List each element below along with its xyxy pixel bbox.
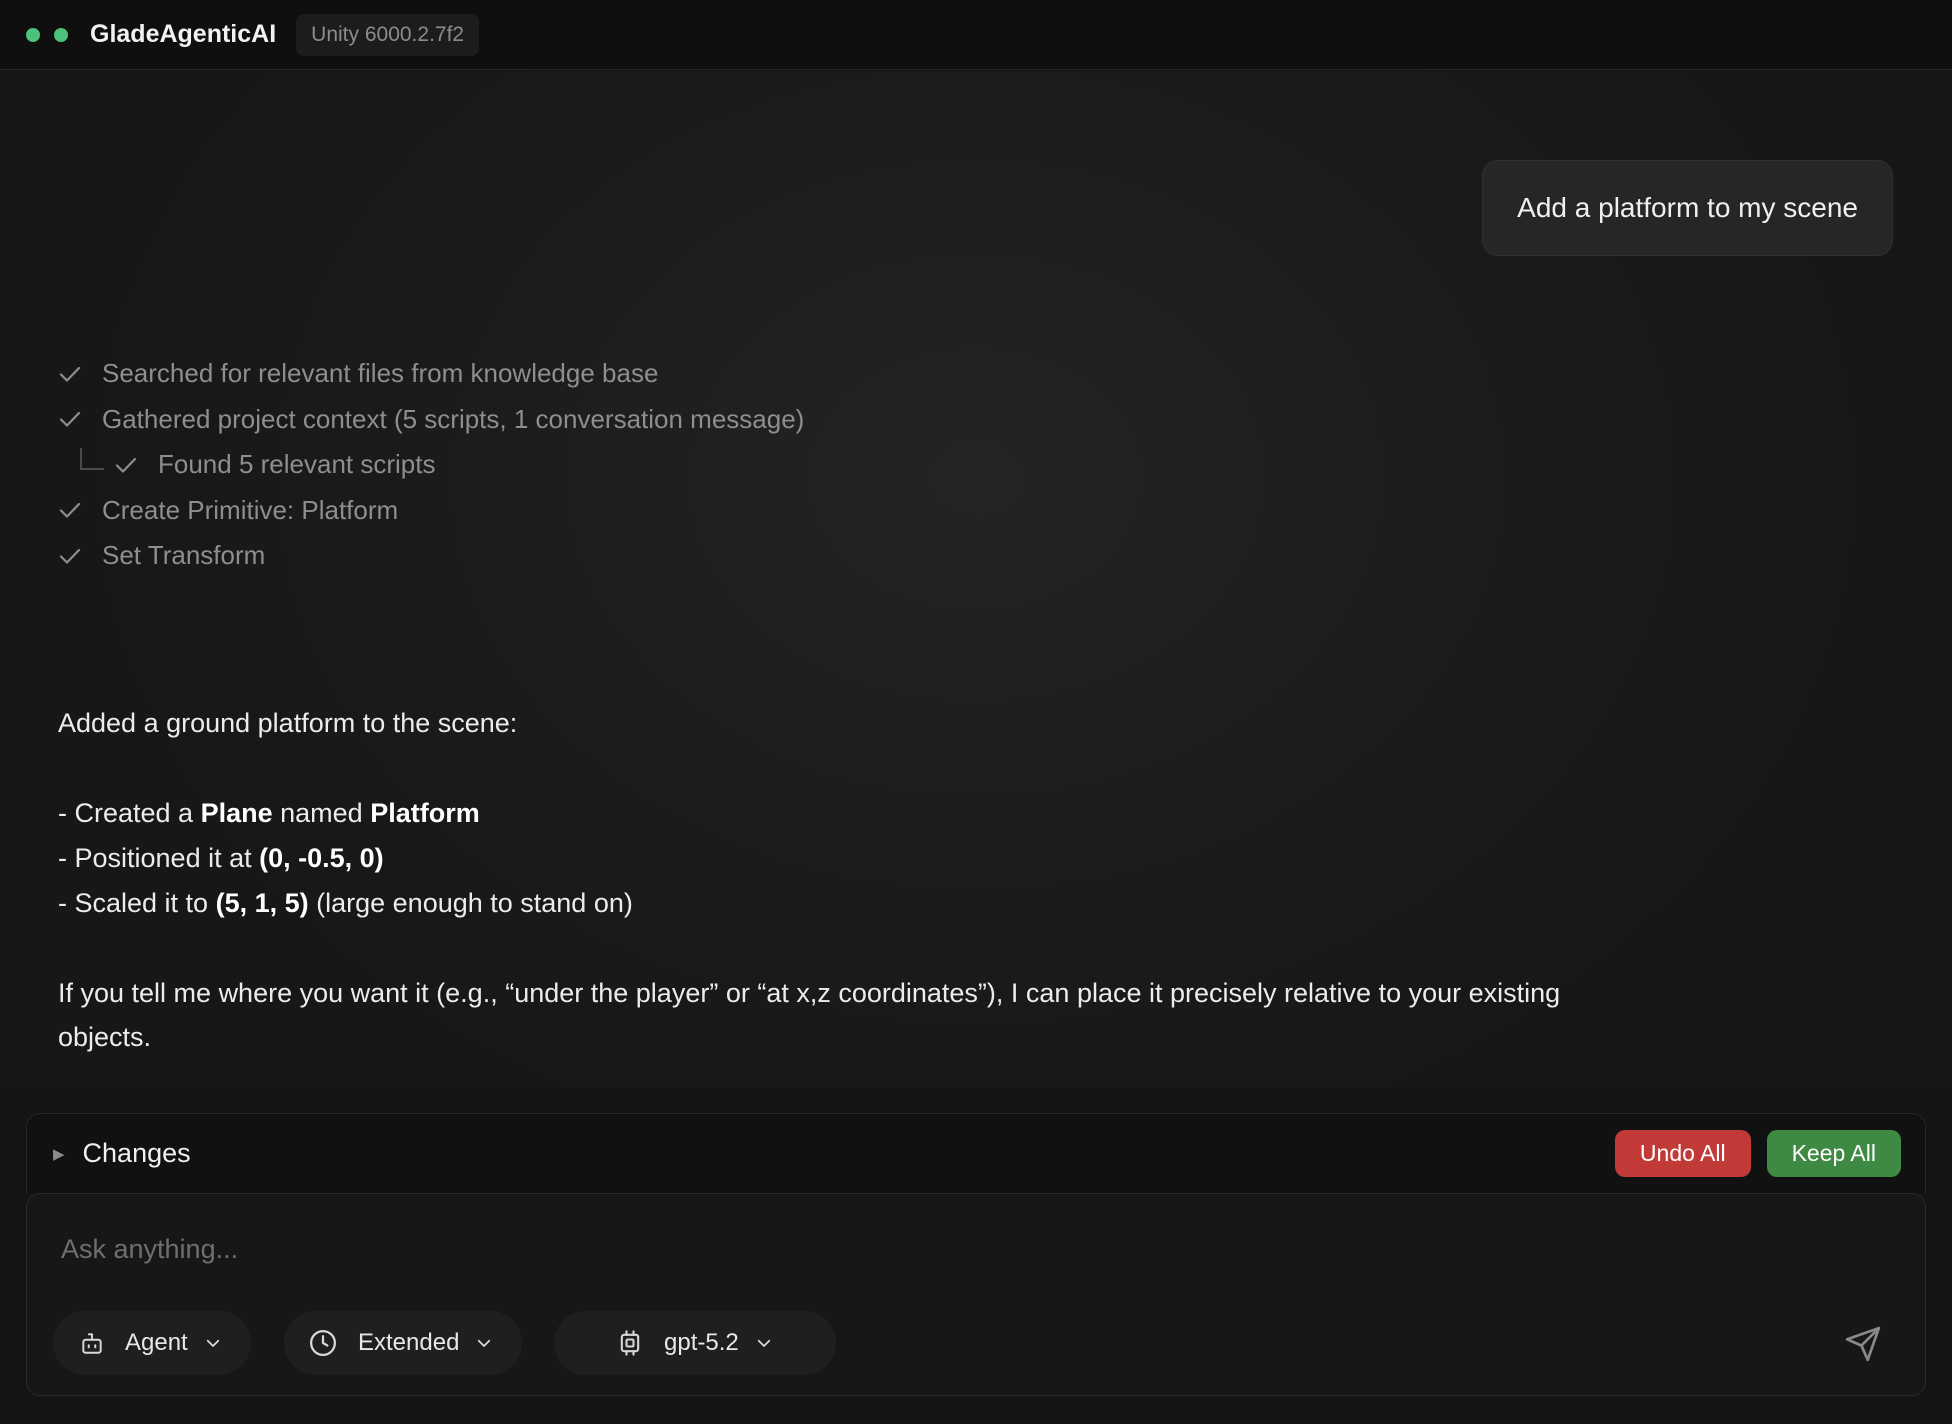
tree-connector <box>80 447 104 470</box>
step-item: Searched for relevant files from knowled… <box>58 351 804 397</box>
response-line: - Created a Plane named Platform <box>58 798 480 828</box>
check-icon <box>59 366 81 382</box>
response-line: - Positioned it at (0, -0.5, 0) <box>58 843 384 873</box>
effort-label: Extended <box>358 1329 460 1356</box>
robot-icon <box>79 1330 105 1356</box>
status-dot-icon <box>26 27 40 42</box>
response-line: - Scaled it to (5, 1, 5) (large enough t… <box>58 888 633 918</box>
step-item: Gathered project context (5 scripts, 1 c… <box>58 397 804 443</box>
chevron-down-icon <box>755 1334 773 1352</box>
response-closing: If you tell me where you want it (e.g., … <box>58 978 1561 1052</box>
changes-actions: Undo All Keep All <box>1614 1130 1901 1177</box>
changes-bar: ▶ Changes Undo All Keep All <box>26 1113 1926 1193</box>
model-label: gpt-5.2 <box>664 1329 739 1356</box>
user-message-text: Add a platform to my scene <box>1517 192 1858 223</box>
title-bar: GladeAgenticAI Unity 6000.2.7f2 <box>0 0 1952 70</box>
response-intro: Added a ground platform to the scene: <box>58 708 518 738</box>
conversation-panel[interactable]: Add a platform to my scene Searched for … <box>0 71 1952 1089</box>
composer: Agent Extended gpt-5.2 <box>26 1193 1926 1396</box>
chevron-down-icon <box>475 1334 493 1352</box>
agent-steps-list: Searched for relevant files from knowled… <box>58 351 804 579</box>
undo-all-button[interactable]: Undo All <box>1614 1130 1751 1177</box>
assistant-response: Added a ground platform to the scene: - … <box>58 701 1618 1059</box>
message-input[interactable] <box>59 1224 1759 1274</box>
effort-selector[interactable]: Extended <box>284 1311 522 1375</box>
changes-toggle[interactable]: Changes <box>83 1138 191 1169</box>
step-label: Searched for relevant files from knowled… <box>102 358 659 389</box>
version-badge: Unity 6000.2.7f2 <box>296 13 480 56</box>
status-dot-icon <box>54 27 68 42</box>
check-icon <box>59 412 81 427</box>
step-label: Found 5 relevant scripts <box>158 449 436 480</box>
send-button[interactable] <box>1841 1322 1885 1366</box>
clock-icon <box>308 1328 338 1358</box>
step-label: Create Primitive: Platform <box>102 494 399 525</box>
model-selector[interactable]: gpt-5.2 <box>554 1311 836 1375</box>
step-item: Set Transform <box>58 533 804 579</box>
mode-label: Agent <box>125 1329 188 1356</box>
chevron-down-icon <box>204 1334 222 1352</box>
chip-icon <box>616 1329 644 1357</box>
step-item-nested: Found 5 relevant scripts <box>58 442 804 488</box>
expand-caret-icon[interactable]: ▶ <box>53 1145 65 1163</box>
step-label: Set Transform <box>102 540 266 571</box>
keep-all-button[interactable]: Keep All <box>1766 1130 1901 1177</box>
send-icon <box>1845 1326 1881 1362</box>
check-icon <box>59 548 81 564</box>
app-title: GladeAgenticAI <box>90 20 277 48</box>
user-message-bubble: Add a platform to my scene <box>1482 160 1893 256</box>
check-icon <box>59 503 81 518</box>
step-item: Create Primitive: Platform <box>58 488 804 534</box>
step-label: Gathered project context (5 scripts, 1 c… <box>102 403 805 434</box>
mode-selector[interactable]: Agent <box>53 1311 251 1375</box>
check-icon <box>115 457 137 473</box>
